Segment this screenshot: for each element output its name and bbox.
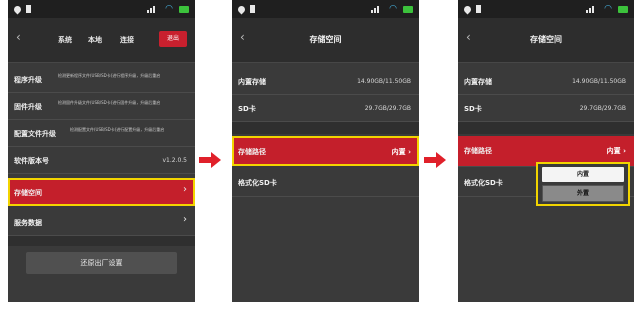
signal-icon — [147, 5, 159, 13]
wifi-icon: ◠ — [389, 4, 397, 14]
tab-connection[interactable]: 连接 — [120, 35, 134, 45]
signal-icon — [371, 5, 383, 13]
location-icon — [462, 4, 473, 14]
arrow-right-icon — [424, 152, 446, 168]
dropdown-option-internal[interactable]: 内置 — [542, 167, 624, 182]
sim-icon — [476, 5, 481, 13]
tab-system[interactable]: 系统 — [58, 35, 72, 45]
screen-storage: ◠ ‹ 存储空间 内置存储 14.90GB/11.50GB SD卡 29.7GB… — [232, 0, 419, 302]
row-description: 检测配置文件(USB/SD卡)进行配置升级，升级后重启 — [70, 127, 165, 132]
wifi-icon: ◠ — [165, 4, 173, 14]
row-sd-card: SD卡 29.7GB/29.7GB — [458, 95, 634, 122]
row-sd-card: SD卡 29.7GB/29.7GB — [232, 95, 419, 122]
row-label: 固件升级 — [14, 103, 42, 111]
row-label: SD卡 — [464, 105, 482, 113]
row-software-version: 软件版本号 v1.2.0.5 — [8, 147, 195, 174]
row-description: 检测固件升级文件(USB/SD卡)进行固件升级，升级后重启 — [58, 100, 161, 105]
row-label: 内置存储 — [464, 78, 492, 86]
screen-storage-dropdown: ◠ ‹ 存储空间 内置存储 14.90GB/11.50GB SD卡 29.7GB… — [458, 0, 634, 302]
page-title: 存储空间 — [309, 35, 342, 44]
section-divider — [458, 122, 634, 134]
location-icon — [236, 4, 247, 14]
battery-icon — [618, 5, 628, 13]
storage-value: 29.7GB/29.7GB — [364, 105, 411, 112]
storage-path-dropdown: 内置 外置 — [536, 162, 630, 206]
battery-icon — [179, 5, 189, 13]
location-icon — [12, 4, 23, 14]
screen-settings: ◠ ‹ 系统 本地 连接 退出 程序升级 检测更新程序文件(USB/SD卡)进行… — [8, 0, 195, 302]
sim-icon — [26, 5, 31, 13]
tab-local[interactable]: 本地 — [88, 35, 102, 45]
dropdown-option-external[interactable]: 外置 — [542, 185, 624, 202]
row-label: 存储路径 — [464, 147, 492, 155]
row-storage-path[interactable]: 存储路径 内置 › — [232, 136, 419, 166]
exit-button[interactable]: 退出 — [159, 31, 187, 47]
row-config-upgrade[interactable]: 配置文件升级 检测配置文件(USB/SD卡)进行配置升级，升级后重启 — [8, 120, 195, 147]
status-bar: ◠ — [458, 0, 634, 18]
row-service-data[interactable]: 服务数据 › — [8, 209, 195, 236]
row-label: 软件版本号 — [14, 157, 49, 165]
storage-header: ‹ 存储空间 — [458, 18, 634, 63]
row-label: 内置存储 — [238, 78, 266, 86]
row-internal-storage: 内置存储 14.90GB/11.50GB — [232, 68, 419, 95]
path-value: 内置 › — [606, 147, 626, 155]
row-label: 程序升级 — [14, 76, 42, 84]
sim-icon — [250, 5, 255, 13]
status-bar: ◠ — [232, 0, 419, 18]
battery-icon — [403, 5, 413, 13]
wifi-icon: ◠ — [604, 4, 612, 14]
version-value: v1.2.0.5 — [162, 157, 187, 164]
path-value: 内置 › — [391, 148, 411, 156]
storage-value: 14.90GB/11.50GB — [357, 78, 411, 85]
row-internal-storage: 内置存储 14.90GB/11.50GB — [458, 68, 634, 95]
section-divider — [232, 122, 419, 134]
settings-header: ‹ 系统 本地 连接 退出 — [8, 18, 195, 63]
row-program-upgrade[interactable]: 程序升级 检测更新程序文件(USB/SD卡)进行程序升级，升级后重启 — [8, 66, 195, 93]
page-title: 存储空间 — [530, 35, 562, 44]
row-label: SD卡 — [238, 105, 256, 113]
row-description: 检测更新程序文件(USB/SD卡)进行程序升级，升级后重启 — [58, 73, 161, 78]
back-icon[interactable]: ‹ — [16, 30, 21, 44]
storage-header: ‹ 存储空间 — [232, 18, 419, 63]
row-label: 存储路径 — [238, 148, 266, 156]
row-firmware-upgrade[interactable]: 固件升级 检测固件升级文件(USB/SD卡)进行固件升级，升级后重启 — [8, 93, 195, 120]
signal-icon — [586, 5, 598, 13]
factory-reset-button[interactable]: 还原出厂设置 — [26, 252, 177, 274]
row-label: 存储空间 — [14, 189, 42, 197]
row-label: 格式化SD卡 — [464, 179, 503, 187]
chevron-right-icon: › — [183, 214, 187, 225]
row-label: 格式化SD卡 — [238, 179, 277, 187]
row-storage-space[interactable]: 存储空间 › — [8, 178, 195, 206]
storage-value: 29.7GB/29.7GB — [579, 105, 626, 112]
storage-value: 14.90GB/11.50GB — [572, 78, 626, 85]
row-label: 配置文件升级 — [14, 130, 56, 138]
arrow-right-icon — [199, 152, 221, 168]
section-divider — [8, 236, 195, 246]
row-label: 服务数据 — [14, 219, 42, 227]
row-format-sd[interactable]: 格式化SD卡 — [232, 168, 419, 197]
status-bar: ◠ — [8, 0, 195, 18]
chevron-right-icon: › — [183, 184, 187, 195]
